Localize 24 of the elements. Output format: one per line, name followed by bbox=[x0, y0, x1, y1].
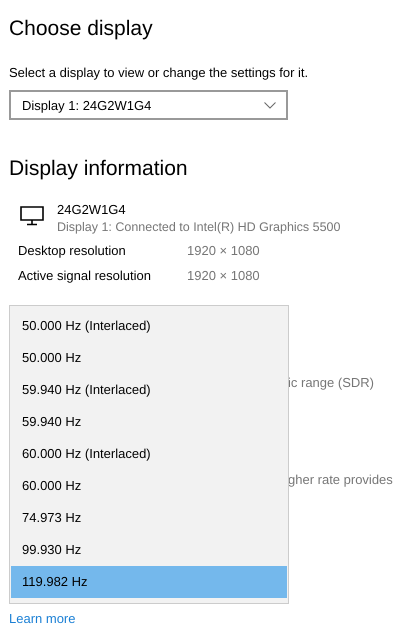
list-item[interactable]: 59.940 Hz bbox=[11, 406, 287, 438]
chevron-down-icon bbox=[264, 102, 276, 108]
info-text: gher rate provides bbox=[288, 472, 394, 487]
monitor-name: 24G2W1G4 bbox=[57, 202, 127, 217]
section-title: Display information bbox=[9, 156, 188, 182]
list-item[interactable]: 50.000 Hz (Interlaced) bbox=[11, 310, 287, 342]
list-item[interactable]: 119.982 Hz bbox=[11, 566, 287, 598]
list-item[interactable]: 59.940 Hz (Interlaced) bbox=[11, 374, 287, 406]
info-text: ic range (SDR) bbox=[288, 375, 375, 390]
monitor-icon bbox=[20, 206, 44, 226]
list-item[interactable]: 74.973 Hz bbox=[11, 502, 287, 534]
list-item[interactable]: 60.000 Hz (Interlaced) bbox=[11, 438, 287, 470]
list-item[interactable]: 60.000 Hz bbox=[11, 470, 287, 502]
list-item[interactable]: 50.000 Hz bbox=[11, 342, 287, 374]
info-label: Desktop resolution bbox=[18, 243, 127, 259]
info-value: 1920 × 1080 bbox=[187, 268, 260, 284]
display-dropdown[interactable]: Display 1: 24G2W1G4 bbox=[9, 90, 288, 120]
learn-more-link[interactable]: Learn more bbox=[9, 611, 76, 626]
list-item[interactable]: 99.930 Hz bbox=[11, 534, 287, 566]
info-value: 1920 × 1080 bbox=[187, 243, 260, 259]
info-label: Active signal resolution bbox=[18, 268, 152, 284]
section-title: Choose display bbox=[9, 16, 153, 42]
caption-text: Select a display to view or change the settings for it. bbox=[9, 65, 308, 80]
monitor-subtitle: Display 1: Connected to Intel(R) HD Graphics 5500 bbox=[57, 220, 340, 234]
